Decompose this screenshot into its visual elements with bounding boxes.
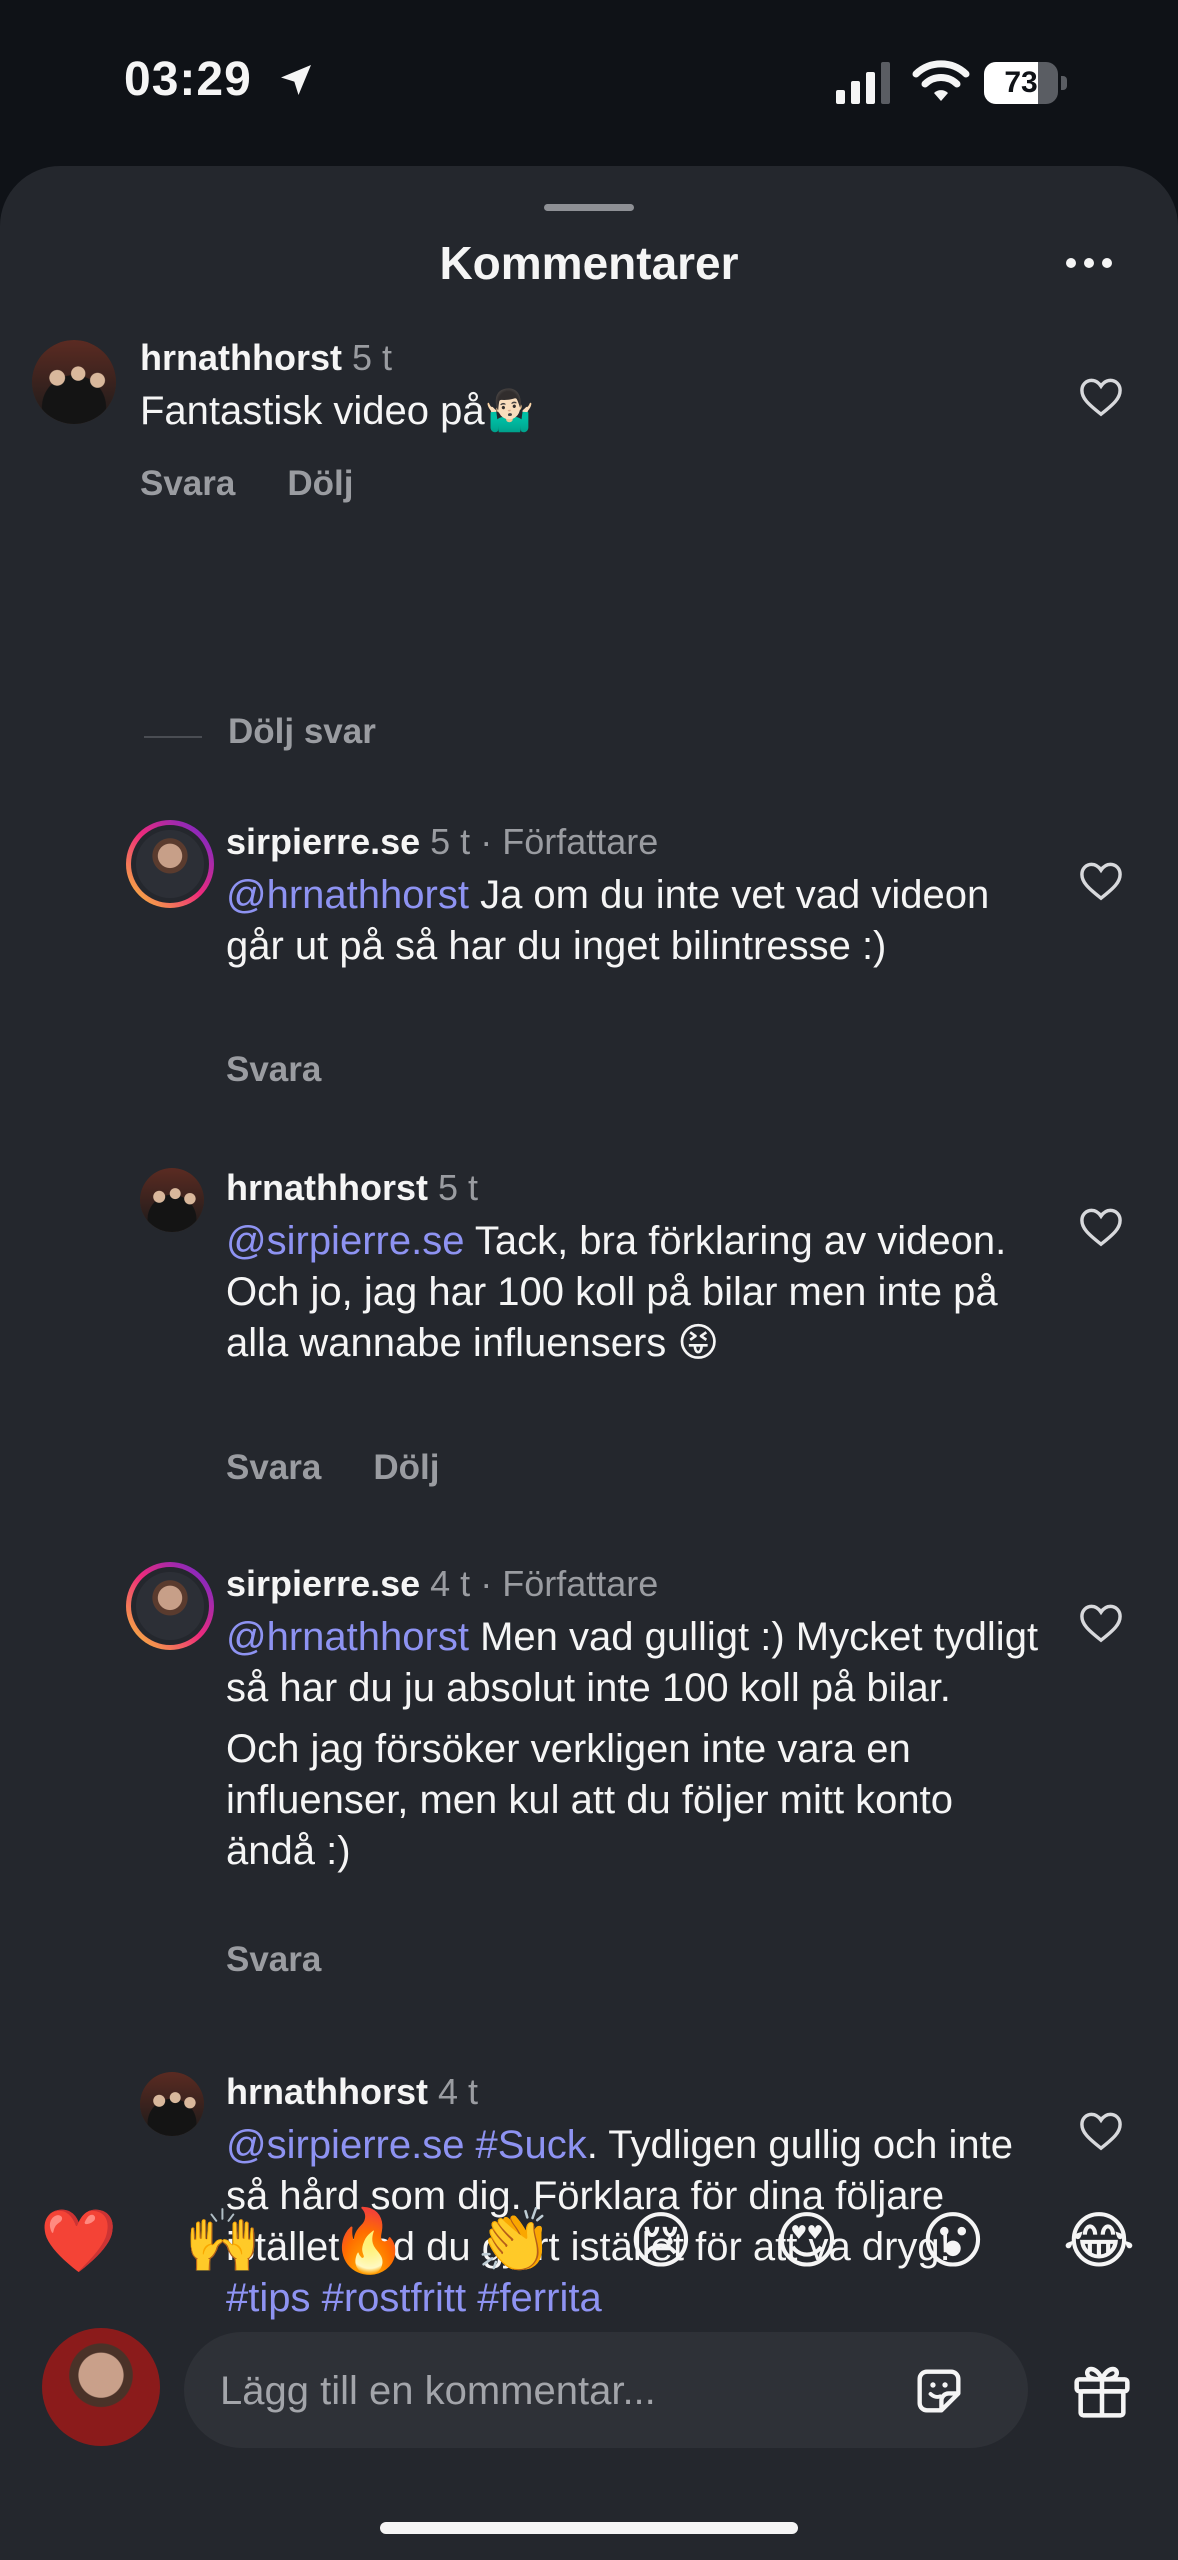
emoji-laughing[interactable]: 😂 <box>1054 2196 1144 2286</box>
comment-actions: Svara <box>226 1940 373 1980</box>
comment-username[interactable]: hrnathhorst <box>226 1167 428 1208</box>
status-time: 03:29 <box>124 53 252 106</box>
status-bar: 03:29 73 <box>0 0 1178 170</box>
comment-meta: hrnathhorst 5 t <box>226 1166 478 1210</box>
reply-button[interactable]: Svara <box>226 1940 321 1979</box>
comment-composer <box>0 2320 1178 2460</box>
comment-time: 5 t <box>352 337 393 378</box>
more-options-icon[interactable] <box>1066 258 1112 272</box>
my-avatar <box>42 2328 160 2446</box>
avatar[interactable] <box>140 1168 204 1232</box>
like-heart-icon[interactable] <box>1078 860 1124 902</box>
reply-button[interactable]: Svara <box>226 1448 321 1487</box>
avatar[interactable] <box>126 820 214 908</box>
comment-time: 5 t <box>430 821 471 862</box>
emoji-surprised[interactable]: 😮 <box>908 2196 998 2286</box>
hide-replies-button[interactable]: Dölj svar <box>228 712 376 752</box>
mention-link[interactable]: @hrnathhorst <box>226 1615 469 1659</box>
emoji-heart[interactable]: ❤️ <box>34 2196 124 2286</box>
home-indicator <box>380 2522 798 2534</box>
cellular-signal-icon <box>836 62 890 104</box>
like-heart-icon[interactable] <box>1078 1206 1124 1248</box>
like-heart-icon[interactable] <box>1078 376 1124 418</box>
sheet-title: Kommentarer <box>439 237 739 289</box>
comment-username[interactable]: sirpierre.se <box>226 821 420 862</box>
emoji-heart-eyes[interactable]: 😍 <box>762 2196 852 2286</box>
hide-button[interactable]: Dölj <box>373 1448 439 1487</box>
hashtag-link[interactable]: #Suck <box>464 2123 587 2167</box>
comments-list[interactable]: hrnathhorst 5 t Fantastisk video på🤷🏻‍♂️… <box>0 336 1178 2326</box>
comment-meta: hrnathhorst 4 t <box>226 2070 478 2114</box>
hide-replies-line <box>144 736 202 738</box>
battery-percent: 73 <box>1004 66 1038 99</box>
comment-time: 4 t <box>430 1563 471 1604</box>
emoji-quick-bar: ❤️ 🙌 🔥 👏 😢 😍 😮 😂 <box>0 2196 1178 2306</box>
comment-time: 5 t <box>438 1167 479 1208</box>
comment-text: @sirpierre.se Tack, bra förklaring av vi… <box>226 1219 1007 1365</box>
comment-actions: Svara Dölj <box>226 1448 491 1488</box>
gift-icon[interactable] <box>1070 2360 1134 2420</box>
author-label: Författare <box>502 821 659 862</box>
comment-username[interactable]: hrnathhorst <box>226 2071 428 2112</box>
comment-text: @hrnathhorst Ja om du inte vet vad video… <box>226 873 990 968</box>
wifi-icon <box>912 60 970 101</box>
reply-button[interactable]: Svara <box>226 1050 321 1089</box>
avatar[interactable] <box>140 2072 204 2136</box>
comment-meta: hrnathhorst 5 t <box>140 336 392 380</box>
emoji-clap[interactable]: 👏 <box>470 2196 560 2286</box>
comment-username[interactable]: hrnathhorst <box>140 337 342 378</box>
sticker-icon[interactable] <box>910 2362 968 2420</box>
comment-time: 4 t <box>438 2071 479 2112</box>
comment-text: @hrnathhorst Men vad gulligt :) Mycket t… <box>226 1615 1039 1873</box>
emoji-crying[interactable]: 😢 <box>616 2196 706 2286</box>
comment-actions: Svara Dölj <box>140 464 405 504</box>
sheet-grabber[interactable] <box>544 204 634 211</box>
emoji-fire[interactable]: 🔥 <box>324 2196 414 2286</box>
mention-link[interactable]: @sirpierre.se <box>226 2123 464 2167</box>
comment-input[interactable] <box>218 2332 862 2450</box>
mention-link[interactable]: @sirpierre.se <box>226 1219 464 1263</box>
hide-button[interactable]: Dölj <box>287 464 353 503</box>
comment-meta: sirpierre.se 5 t · Författare <box>226 821 659 862</box>
like-heart-icon[interactable] <box>1078 2110 1124 2152</box>
comment-username[interactable]: sirpierre.se <box>226 1563 420 1604</box>
like-heart-icon[interactable] <box>1078 1602 1124 1644</box>
comment-meta: sirpierre.se 4 t · Författare <box>226 1563 659 1604</box>
comment-input-container[interactable] <box>184 2332 1028 2450</box>
location-arrow-icon <box>281 65 311 95</box>
author-label: Författare <box>502 1563 659 1604</box>
reply-button[interactable]: Svara <box>140 464 235 503</box>
mention-link[interactable]: @hrnathhorst <box>226 873 469 917</box>
avatar[interactable] <box>32 340 116 424</box>
comment-actions: Svara <box>226 1050 373 1090</box>
avatar[interactable] <box>126 1562 214 1650</box>
emoji-raised-hands[interactable]: 🙌 <box>178 2196 268 2286</box>
battery-indicator: 73 <box>984 62 1068 106</box>
comment-text: Fantastisk video på🤷🏻‍♂️ <box>140 389 535 433</box>
